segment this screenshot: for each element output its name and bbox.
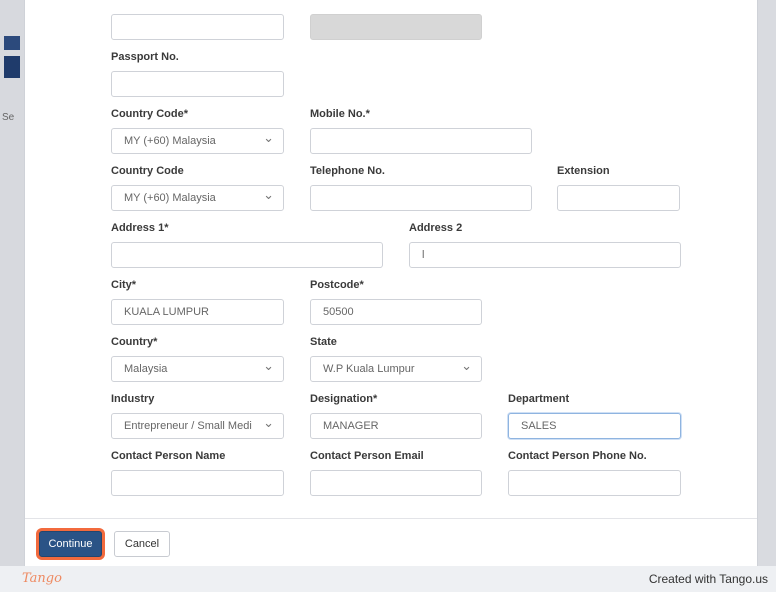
state-label: State <box>310 336 337 348</box>
country-code-required-value: MY (+60) Malaysia <box>124 135 216 147</box>
background-logo-block <box>4 56 20 78</box>
address1-label: Address 1* <box>111 222 169 234</box>
address2-input[interactable]: l <box>409 242 681 268</box>
contact-email-label: Contact Person Email <box>310 450 424 462</box>
city-input[interactable]: KUALA LUMPUR <box>111 299 284 325</box>
contact-phone-label: Contact Person Phone No. <box>508 450 647 462</box>
background-text: Se <box>2 112 15 123</box>
postcode-label: Postcode* <box>310 279 364 291</box>
telephone-label: Telephone No. <box>310 165 385 177</box>
passport-input[interactable] <box>111 71 284 97</box>
background-page-left: Se <box>0 0 25 592</box>
telephone-input[interactable] <box>310 185 532 211</box>
cancel-button[interactable]: Cancel <box>114 531 170 557</box>
city-label: City* <box>111 279 137 291</box>
department-label: Department <box>508 393 570 405</box>
passport-label: Passport No. <box>111 51 179 63</box>
footer-divider <box>25 518 757 519</box>
contact-phone-input[interactable] <box>508 470 681 496</box>
country-code-required-label: Country Code* <box>111 108 188 120</box>
tango-credit: Created with Tango.us <box>648 572 768 586</box>
registration-modal: Passport No. Country Code* MY (+60) Mala… <box>24 0 758 566</box>
top-disabled-field <box>310 14 482 40</box>
extension-label: Extension <box>557 165 610 177</box>
top-field-partial[interactable] <box>111 14 284 40</box>
address1-input[interactable] <box>111 242 383 268</box>
country-code-value: MY (+60) Malaysia <box>124 192 216 204</box>
contact-email-input[interactable] <box>310 470 482 496</box>
country-label: Country* <box>111 336 158 348</box>
country-code-required-select[interactable]: MY (+60) Malaysia <box>111 128 284 154</box>
contact-name-label: Contact Person Name <box>111 450 226 462</box>
industry-label: Industry <box>111 393 155 405</box>
tango-logo: Tango <box>22 571 62 586</box>
tango-footer: Tango Created with Tango.us <box>0 566 776 592</box>
contact-name-input[interactable] <box>111 470 284 496</box>
designation-input[interactable]: MANAGER <box>310 413 482 439</box>
background-logo-icon <box>4 36 20 50</box>
address2-label: Address 2 <box>409 222 463 234</box>
extension-input[interactable] <box>557 185 680 211</box>
country-code-label: Country Code <box>111 165 184 177</box>
country-value: Malaysia <box>124 363 168 375</box>
postcode-input[interactable]: 50500 <box>310 299 482 325</box>
industry-select[interactable]: Entrepreneur / Small Medi <box>111 413 284 439</box>
background-page-right <box>756 0 776 592</box>
mobile-input[interactable] <box>310 128 532 154</box>
state-value: W.P Kuala Lumpur <box>323 363 415 375</box>
industry-value: Entrepreneur / Small Medi <box>124 420 252 432</box>
country-select[interactable]: Malaysia <box>111 356 284 382</box>
continue-button[interactable]: Continue <box>39 531 102 557</box>
country-code-select[interactable]: MY (+60) Malaysia <box>111 185 284 211</box>
designation-label: Designation* <box>310 393 378 405</box>
department-input[interactable]: SALES <box>508 413 681 439</box>
mobile-label: Mobile No.* <box>310 108 370 120</box>
state-select[interactable]: W.P Kuala Lumpur <box>310 356 482 382</box>
